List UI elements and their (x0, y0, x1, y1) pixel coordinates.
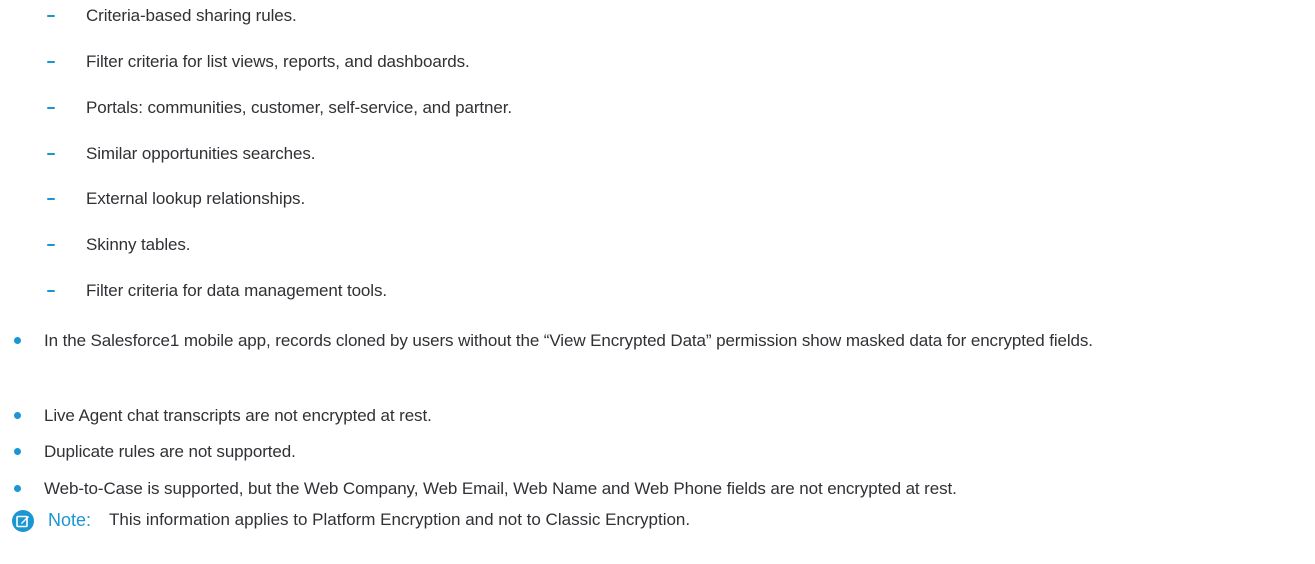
list-item: In the Salesforce1 mobile app, records c… (14, 325, 1304, 356)
dash-bullet-icon (47, 153, 55, 156)
list-item-text: Live Agent chat transcripts are not encr… (44, 406, 432, 425)
dash-bullet-icon (47, 244, 55, 247)
bullet-icon (14, 448, 21, 455)
list-item: Portals: communities, customer, self-ser… (47, 94, 512, 122)
dash-bullet-icon (47, 15, 55, 18)
list-item-text: Portals: communities, customer, self-ser… (86, 98, 512, 117)
list-item-text: External lookup relationships. (86, 189, 306, 208)
list-item-text: Filter criteria for list views, reports,… (86, 52, 470, 71)
note-text: This information applies to Platform Enc… (109, 510, 691, 529)
list-item: Filter criteria for data management tool… (47, 277, 387, 305)
list-item: Skinny tables. (47, 231, 191, 259)
list-item: Web-to-Case is supported, but the Web Co… (14, 473, 1304, 504)
list-item: Duplicate rules are not supported. (14, 436, 1304, 467)
list-item: Similar opportunities searches. (47, 140, 316, 168)
list-item-text: Duplicate rules are not supported. (44, 442, 296, 461)
bullet-icon (14, 412, 21, 419)
edit-note-icon (12, 510, 34, 532)
list-item-text: Skinny tables. (86, 235, 191, 254)
list-item-text: Web-to-Case is supported, but the Web Co… (44, 479, 957, 498)
list-item-text: Criteria-based sharing rules. (86, 6, 297, 25)
note-callout: Note: This information applies to Platfo… (12, 503, 1292, 537)
dash-bullet-icon (47, 290, 55, 293)
bullet-icon (14, 485, 21, 492)
list-item: Filter criteria for list views, reports,… (47, 48, 470, 76)
bullet-icon (14, 337, 21, 344)
dash-bullet-icon (47, 198, 55, 201)
list-item-text: Filter criteria for data management tool… (86, 281, 387, 300)
list-item-text: In the Salesforce1 mobile app, records c… (44, 331, 1093, 350)
list-item-text: Similar opportunities searches. (86, 144, 316, 163)
list-item: Live Agent chat transcripts are not encr… (14, 400, 1304, 431)
dash-bullet-icon (47, 107, 55, 110)
note-label: Note: (48, 510, 92, 530)
dash-bullet-icon (47, 61, 55, 64)
list-item: Criteria-based sharing rules. (47, 2, 297, 30)
document-page: Criteria-based sharing rules. Filter cri… (0, 0, 1315, 564)
list-item: External lookup relationships. (47, 185, 306, 213)
